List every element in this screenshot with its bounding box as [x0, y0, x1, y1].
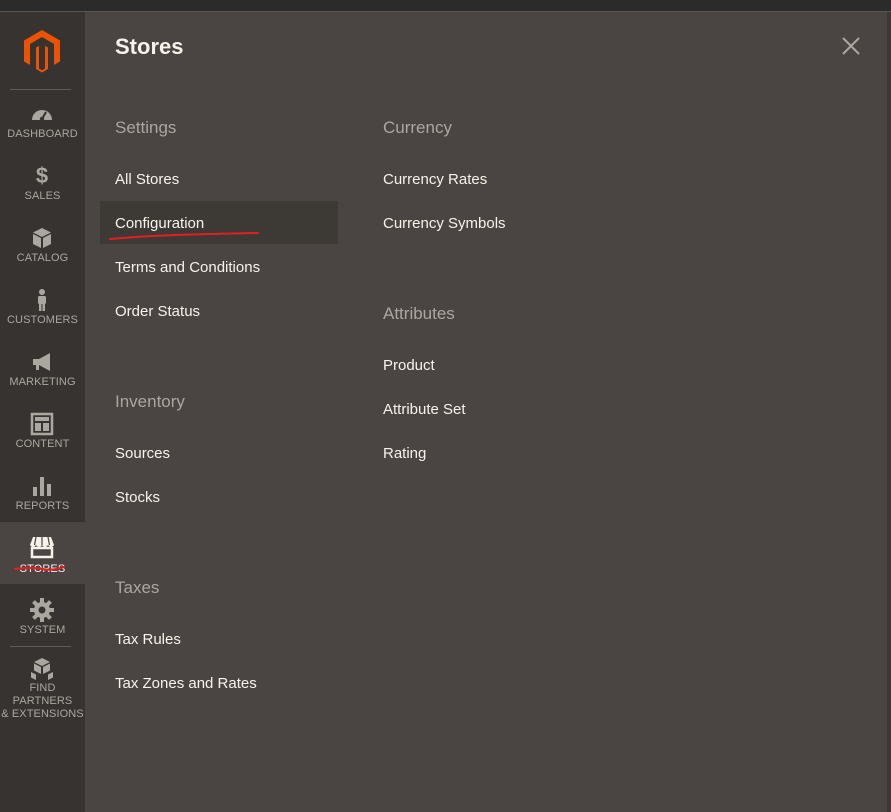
- menu-link-terms-and-conditions[interactable]: Terms and Conditions: [115, 259, 260, 276]
- sidebar-item-label: REPORTS: [15, 500, 70, 512]
- section-heading-attributes: Attributes: [383, 304, 455, 323]
- menu-link-sources[interactable]: Sources: [115, 445, 170, 462]
- menu-link-currency-rates[interactable]: Currency Rates: [383, 171, 487, 188]
- extensions-boxes-icon: [31, 658, 53, 680]
- sidebar-item-sales[interactable]: $ SALES: [0, 152, 85, 214]
- section-heading-currency: Currency: [383, 118, 452, 137]
- sidebar-item-label: CUSTOMERS: [7, 314, 78, 326]
- sidebar-item-label: SALES: [24, 190, 61, 202]
- sidebar-item-label: MARKETING: [9, 376, 76, 388]
- storefront-icon: [30, 536, 54, 559]
- menu-link-currency-symbols[interactable]: Currency Symbols: [383, 215, 506, 232]
- sidebar-divider: [10, 646, 71, 647]
- sidebar-item-label: DASHBOARD: [7, 128, 78, 140]
- sidebar-item-catalog[interactable]: CATALOG: [0, 214, 85, 276]
- menu-link-tax-rules[interactable]: Tax Rules: [115, 631, 181, 648]
- magento-logo[interactable]: [22, 28, 62, 74]
- sidebar-item-label: STORES: [19, 563, 66, 575]
- menu-link-configuration[interactable]: Configuration: [115, 215, 204, 232]
- menu-link-attribute-set[interactable]: Attribute Set: [383, 401, 466, 418]
- menu-link-stocks[interactable]: Stocks: [115, 489, 160, 506]
- browser-toolbar-strip: [0, 0, 891, 12]
- sidebar-item-system[interactable]: SYSTEM: [0, 586, 85, 648]
- megaphone-icon: [33, 353, 50, 371]
- menu-link-tax-zones-and-rates[interactable]: Tax Zones and Rates: [115, 675, 257, 692]
- admin-sidebar: DASHBOARD $ SALES CATALOG CUSTOMERS MARK…: [0, 12, 85, 812]
- sidebar-item-label: SYSTEM: [19, 624, 66, 636]
- bar-chart-icon: [33, 477, 51, 496]
- sidebar-item-stores[interactable]: STORES: [0, 522, 85, 584]
- sidebar-item-marketing[interactable]: MARKETING: [0, 338, 85, 400]
- catalog-box-icon: [33, 228, 51, 248]
- sidebar-item-label: FIND PARTNERS & EXTENSIONS: [0, 682, 85, 721]
- sidebar-item-label: CONTENT: [15, 438, 70, 450]
- menu-link-order-status[interactable]: Order Status: [115, 303, 200, 320]
- sidebar-item-customers[interactable]: CUSTOMERS: [0, 276, 85, 338]
- sidebar-item-find-partners[interactable]: FIND PARTNERS & EXTENSIONS: [0, 648, 85, 721]
- dollar-icon: $: [35, 163, 49, 188]
- right-edge-strip: [887, 12, 891, 812]
- panel-title: Stores: [115, 34, 184, 59]
- section-heading-inventory: Inventory: [115, 392, 185, 411]
- customer-person-icon: [38, 289, 46, 311]
- sidebar-item-content[interactable]: CONTENT: [0, 400, 85, 462]
- sidebar-item-dashboard[interactable]: DASHBOARD: [0, 90, 85, 152]
- menu-link-product[interactable]: Product: [383, 357, 435, 374]
- sidebar-item-reports[interactable]: REPORTS: [0, 462, 85, 524]
- section-heading-settings: Settings: [115, 118, 177, 137]
- sidebar-item-label-line1: FIND PARTNERS: [12, 682, 73, 707]
- gear-icon: [30, 598, 54, 622]
- content-layout-icon: [30, 412, 54, 436]
- dashboard-icon: [32, 110, 52, 122]
- menu-link-all-stores[interactable]: All Stores: [115, 171, 179, 188]
- close-icon[interactable]: [839, 34, 863, 58]
- sidebar-item-label: CATALOG: [16, 252, 69, 264]
- section-heading-taxes: Taxes: [115, 578, 160, 597]
- sidebar-item-label-line2: & EXTENSIONS: [1, 708, 84, 720]
- menu-link-rating[interactable]: Rating: [383, 445, 426, 462]
